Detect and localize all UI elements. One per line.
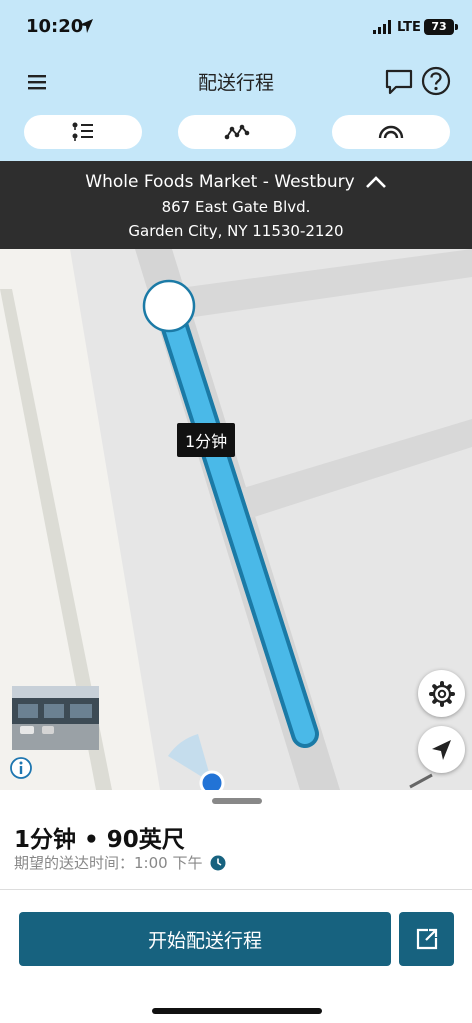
destination-marker: [142, 279, 196, 333]
top-bar: 配送行程: [0, 58, 472, 161]
status-bar: 10:20 LTE 73: [0, 0, 472, 58]
store-photo[interactable]: [12, 686, 99, 750]
signal-icon: [378, 125, 404, 139]
recenter-button[interactable]: [418, 726, 465, 773]
expected-time: 1:00 下午: [134, 854, 203, 872]
street-address: 867 East Gate Blvd.: [161, 198, 311, 216]
gear-icon: [428, 680, 455, 707]
info-icon[interactable]: [9, 756, 33, 780]
sheet-grabber[interactable]: [212, 798, 262, 804]
location-arrow-icon: [79, 19, 93, 33]
stop-list-tab[interactable]: [24, 115, 142, 149]
current-location-dot: [199, 770, 225, 790]
stop-list-icon: [72, 122, 93, 141]
external-link-icon: [416, 928, 437, 950]
map-view[interactable]: 1分钟: [0, 249, 472, 790]
route-tab[interactable]: [178, 115, 296, 149]
start-trip-button[interactable]: 开始配送行程: [19, 912, 391, 966]
trip-summary: 1分钟 • 90英尺: [14, 827, 185, 853]
expected-label: 期望的送达时间：1:00 下午: [14, 854, 203, 872]
signal-tab[interactable]: [332, 115, 450, 149]
clock-icon: [210, 855, 226, 870]
battery-icon: 73: [424, 19, 458, 35]
divider: [0, 889, 472, 890]
open-external-button[interactable]: [399, 912, 454, 966]
expected-delivery: 期望的送达时间：1:00 下午: [14, 852, 226, 873]
route-icon: [224, 124, 250, 140]
bottom-sheet: 1分钟 • 90英尺 期望的送达时间：1:00 下午 开始配送行程: [0, 790, 472, 1023]
status-time: 10:20: [26, 16, 84, 37]
map-settings-button[interactable]: [418, 670, 465, 717]
chat-icon[interactable]: [384, 68, 414, 96]
city-address: Garden City, NY 11530-2120: [128, 222, 344, 240]
chevron-up-icon[interactable]: [365, 175, 387, 189]
eta-label: 1分钟: [177, 423, 236, 457]
home-indicator[interactable]: [152, 1008, 322, 1014]
help-icon[interactable]: [421, 66, 451, 96]
network-type: LTE: [397, 20, 421, 35]
signal-icon: [373, 20, 391, 34]
store-name: Whole Foods Market - Westbury: [85, 172, 355, 192]
address-banner[interactable]: Whole Foods Market - Westbury 867 East G…: [0, 161, 472, 249]
navigation-arrow-icon: [431, 739, 451, 760]
